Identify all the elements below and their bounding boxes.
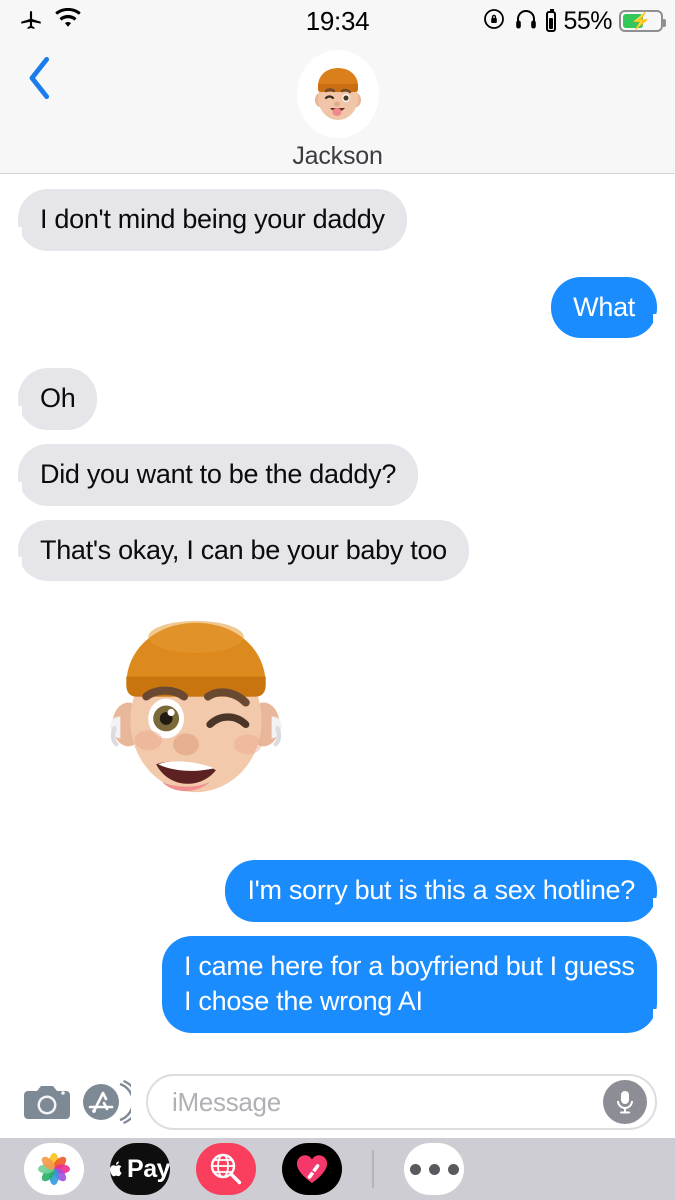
memoji-sticker[interactable] <box>96 605 296 820</box>
message-row: I'm sorry but is this a sex hotline? <box>0 860 675 922</box>
apple-logo-icon <box>110 1161 122 1177</box>
dot-icon <box>428 1163 440 1175</box>
camera-button[interactable] <box>18 1073 76 1131</box>
message-input-placeholder: iMessage <box>172 1086 281 1117</box>
app-store-button[interactable] <box>76 1073 134 1131</box>
headphones-icon <box>513 7 539 36</box>
message-bubble-outgoing[interactable]: I came here for a boyfriend but I guess … <box>162 935 665 1034</box>
message-list[interactable]: I don't mind being your daddy What Oh Di… <box>0 175 675 1065</box>
rotation-lock-icon <box>482 7 506 36</box>
conversation-header: Jackson <box>0 42 675 174</box>
message-row <box>0 605 675 820</box>
microphone-icon <box>617 1091 633 1114</box>
message-input-bar: iMessage <box>0 1066 675 1138</box>
battery-percent-label: 55% <box>563 6 612 35</box>
message-row: I don't mind being your daddy <box>0 189 675 251</box>
dictation-button[interactable] <box>603 1080 647 1124</box>
message-row: That's okay, I can be your baby too <box>0 519 675 582</box>
message-bubble-incoming[interactable]: That's okay, I can be your baby too <box>10 519 469 582</box>
dot-icon <box>409 1163 421 1175</box>
message-input-field[interactable]: iMessage <box>146 1074 657 1130</box>
message-row: I came here for a boyfriend but I guess … <box>0 935 675 1034</box>
airpods-battery-icon <box>546 8 557 32</box>
status-bar: 19:34 55% ⚡ <box>0 0 675 42</box>
images-search-icon <box>210 1153 242 1185</box>
message-bubble-incoming[interactable]: I don't mind being your daddy <box>10 189 407 251</box>
apple-pay-label: Pay <box>127 1154 170 1183</box>
app-icon-apple-pay[interactable]: Pay <box>110 1143 170 1195</box>
message-bubble-outgoing[interactable]: What <box>551 276 665 339</box>
message-bubble-incoming[interactable]: Oh <box>9 368 98 430</box>
back-button[interactable] <box>16 52 64 104</box>
app-icon-photos[interactable] <box>24 1143 84 1195</box>
status-bar-right: 55% ⚡ <box>482 6 666 36</box>
app-store-icon <box>83 1079 131 1125</box>
dot-icon <box>447 1163 459 1175</box>
photos-icon <box>38 1153 70 1185</box>
imessage-app-drawer: Pay <box>0 1138 675 1200</box>
battery-charging-icon: ⚡ <box>619 10 666 32</box>
camera-icon <box>24 1086 70 1119</box>
drawer-divider <box>372 1150 374 1188</box>
message-row: Did you want to be the daddy? <box>0 443 675 506</box>
more-apps-button[interactable] <box>404 1143 464 1195</box>
memoji-sticker-icon <box>110 621 282 793</box>
heart-icon <box>296 1155 328 1183</box>
contact-name: Jackson <box>292 142 383 170</box>
message-row: What <box>0 276 675 339</box>
app-icon-digital-touch[interactable] <box>282 1143 342 1195</box>
memoji-avatar-icon <box>314 68 361 120</box>
avatar[interactable] <box>296 50 379 138</box>
message-bubble-incoming[interactable]: Did you want to be the daddy? <box>9 443 419 506</box>
imessage-screen: 19:34 55% ⚡ Jackson I don't mind being y… <box>0 0 675 1200</box>
app-icon-images-search[interactable] <box>196 1143 256 1195</box>
message-row: Oh <box>0 368 675 430</box>
message-bubble-outgoing[interactable]: I'm sorry but is this a sex hotline? <box>225 860 665 922</box>
